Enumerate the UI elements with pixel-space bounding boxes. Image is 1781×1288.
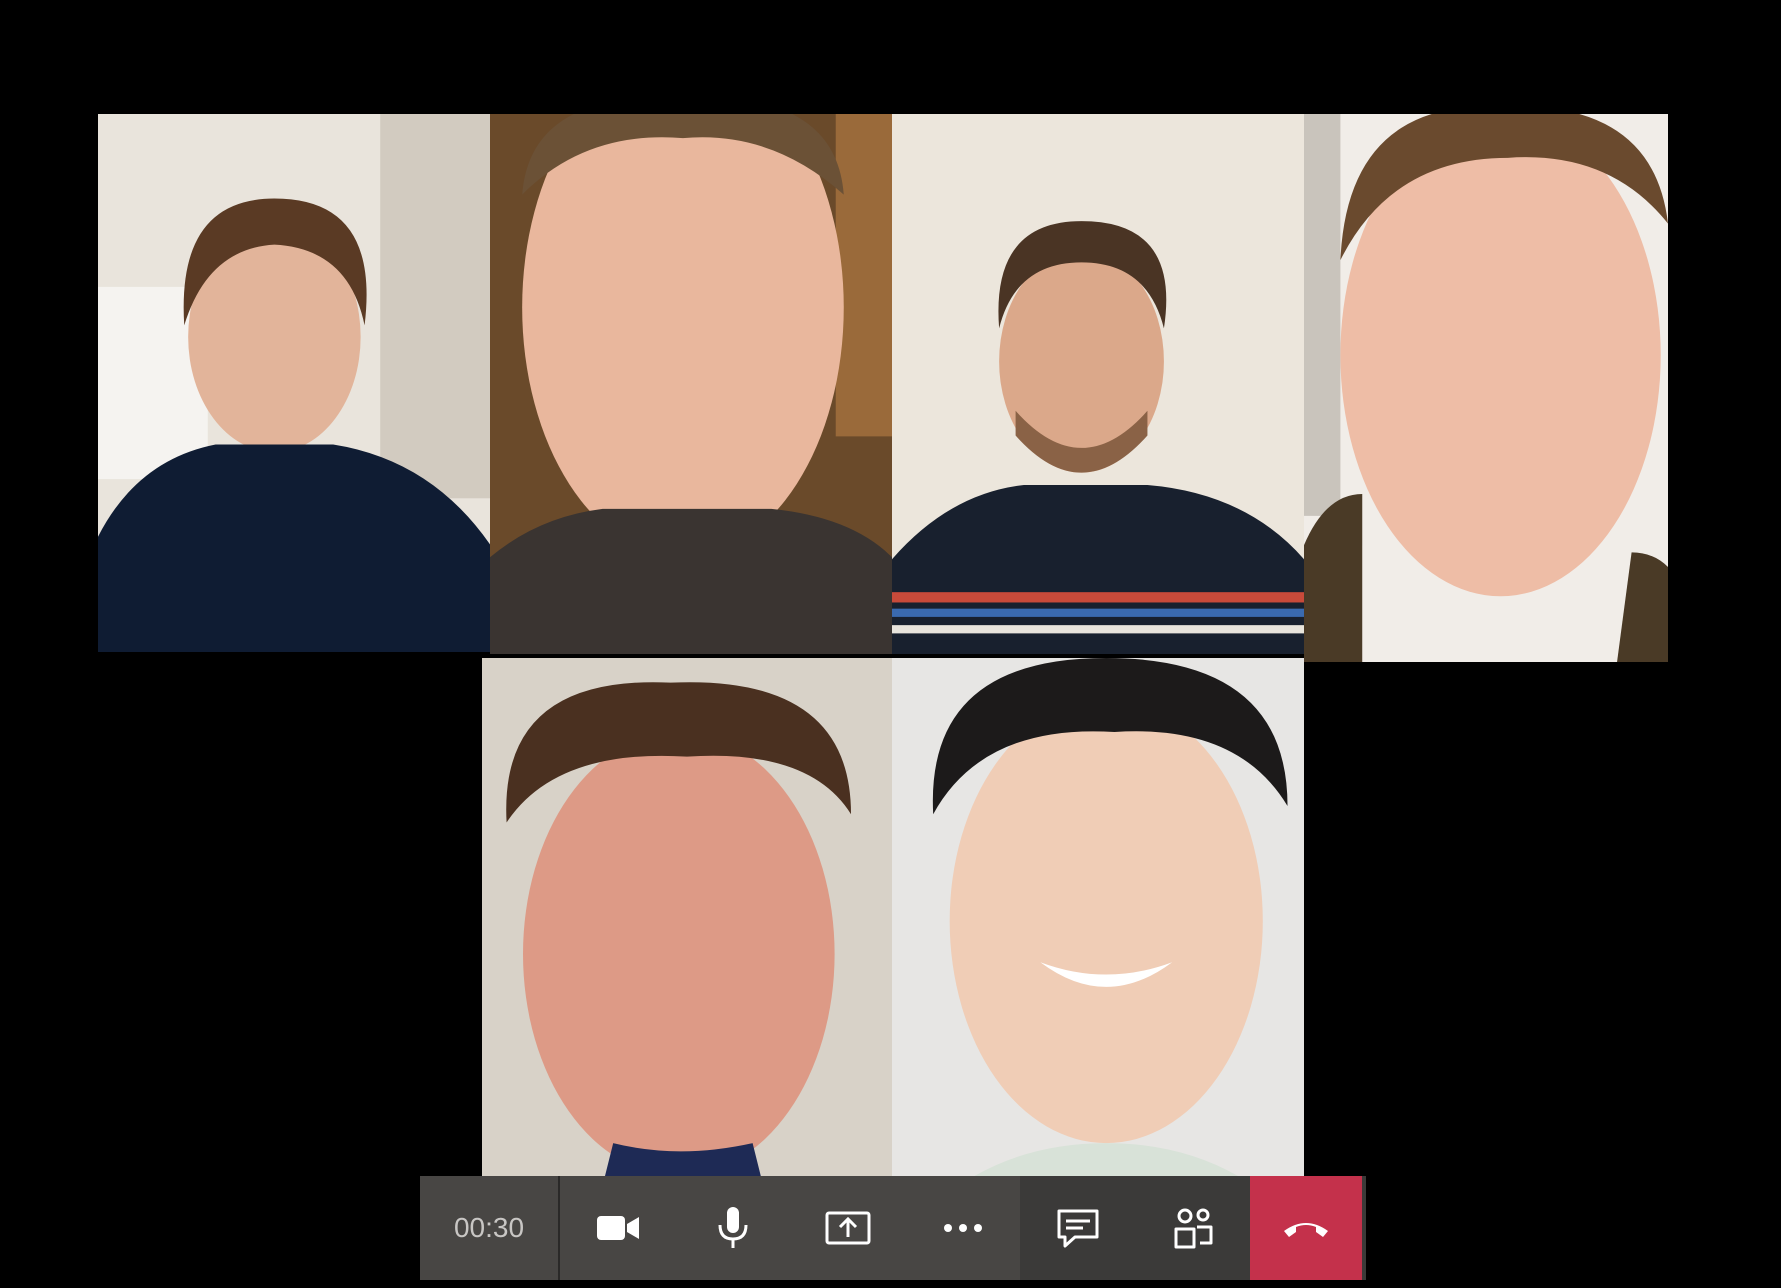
video-call-window: 00:30 [0, 0, 1781, 1288]
media-controls [560, 1176, 1020, 1280]
more-options-button[interactable] [905, 1176, 1020, 1280]
participant-video [98, 114, 490, 652]
hang-up-button[interactable] [1250, 1176, 1362, 1280]
share-screen-button[interactable] [790, 1176, 905, 1280]
hang-up-icon [1284, 1223, 1328, 1237]
participant-video [1304, 114, 1668, 662]
participant-video-tile[interactable] [892, 658, 1304, 1176]
call-duration-timer: 00:30 [420, 1176, 560, 1280]
share-screen-icon [825, 1211, 870, 1245]
camera-icon [596, 1216, 639, 1240]
participant-video [892, 658, 1304, 1176]
microphone-toggle-button[interactable] [675, 1176, 790, 1280]
meeting-panels-controls [1020, 1176, 1250, 1280]
microphone-icon [718, 1207, 747, 1248]
participant-video-tile[interactable] [98, 114, 490, 652]
chat-icon [1057, 1209, 1098, 1248]
participant-video-tile[interactable] [482, 658, 892, 1176]
show-conversation-button[interactable] [1020, 1176, 1135, 1280]
participants-icon [1174, 1208, 1212, 1249]
participant-video-tile[interactable] [490, 114, 892, 654]
participant-video-tile[interactable] [892, 114, 1304, 654]
call-control-bar: 00:30 [420, 1176, 1366, 1280]
participant-video [892, 114, 1304, 654]
participant-video [490, 114, 892, 654]
participant-video [482, 658, 892, 1176]
more-options-icon [943, 1224, 982, 1232]
participant-video-tile[interactable] [1304, 114, 1668, 662]
camera-toggle-button[interactable] [560, 1176, 675, 1280]
show-participants-button[interactable] [1135, 1176, 1250, 1280]
